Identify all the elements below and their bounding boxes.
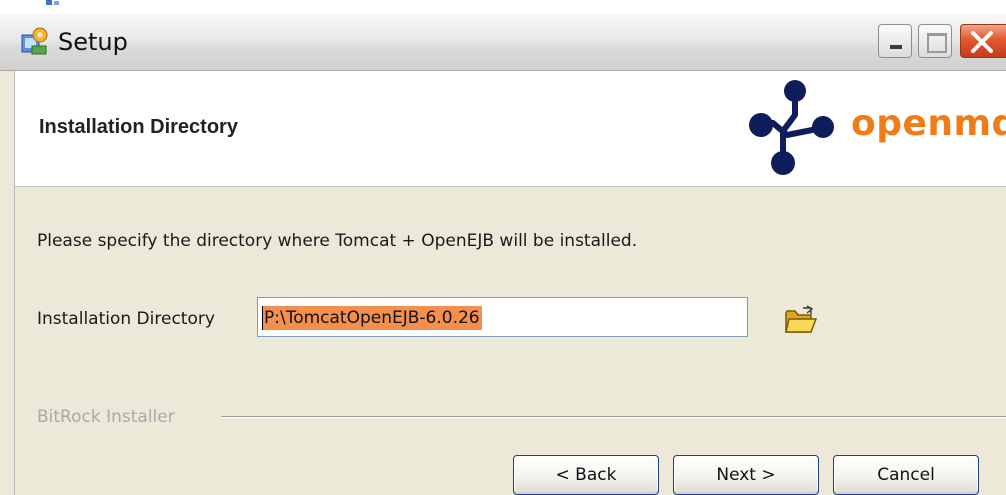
header-panel: Installation Directory openmdx — [14, 71, 1006, 187]
setup-icon — [21, 27, 48, 55]
text-caret — [262, 306, 263, 330]
cancel-button[interactable]: Cancel — [833, 455, 979, 495]
desktop-strip — [0, 0, 1006, 14]
back-button[interactable]: < Back — [513, 455, 659, 495]
installation-directory-label: Installation Directory — [37, 309, 215, 329]
window-title: Setup — [58, 28, 128, 56]
instructions-text: Please specify the directory where Tomca… — [37, 231, 638, 251]
directory-value: P:\TomcatOpenEJB-6.0.26 — [262, 306, 482, 330]
folder-open-icon[interactable] — [783, 305, 819, 335]
openmdx-logo-icon — [749, 80, 834, 175]
brand-divider — [221, 416, 1006, 418]
minimize-icon — [890, 45, 902, 49]
maximize-button[interactable] — [918, 24, 952, 58]
desktop-icon-fragment — [40, 0, 74, 6]
setup-window: Setup Installation Directory openmdx — [0, 14, 1006, 495]
maximize-icon — [927, 33, 947, 53]
close-icon — [971, 31, 993, 53]
next-button[interactable]: Next > — [673, 455, 819, 495]
openmdx-logo: openmdx — [747, 77, 1006, 181]
installation-directory-input[interactable]: P:\TomcatOpenEJB-6.0.26 — [257, 297, 748, 337]
page-title: Installation Directory — [39, 116, 238, 138]
title-bar[interactable]: Setup — [0, 14, 1006, 71]
minimize-button[interactable] — [878, 24, 912, 58]
content-panel: Please specify the directory where Tomca… — [14, 187, 1006, 495]
logo-wordmark: openmdx — [851, 103, 1006, 144]
close-button[interactable] — [960, 24, 1006, 58]
installer-brand: BitRock Installer — [37, 407, 175, 427]
